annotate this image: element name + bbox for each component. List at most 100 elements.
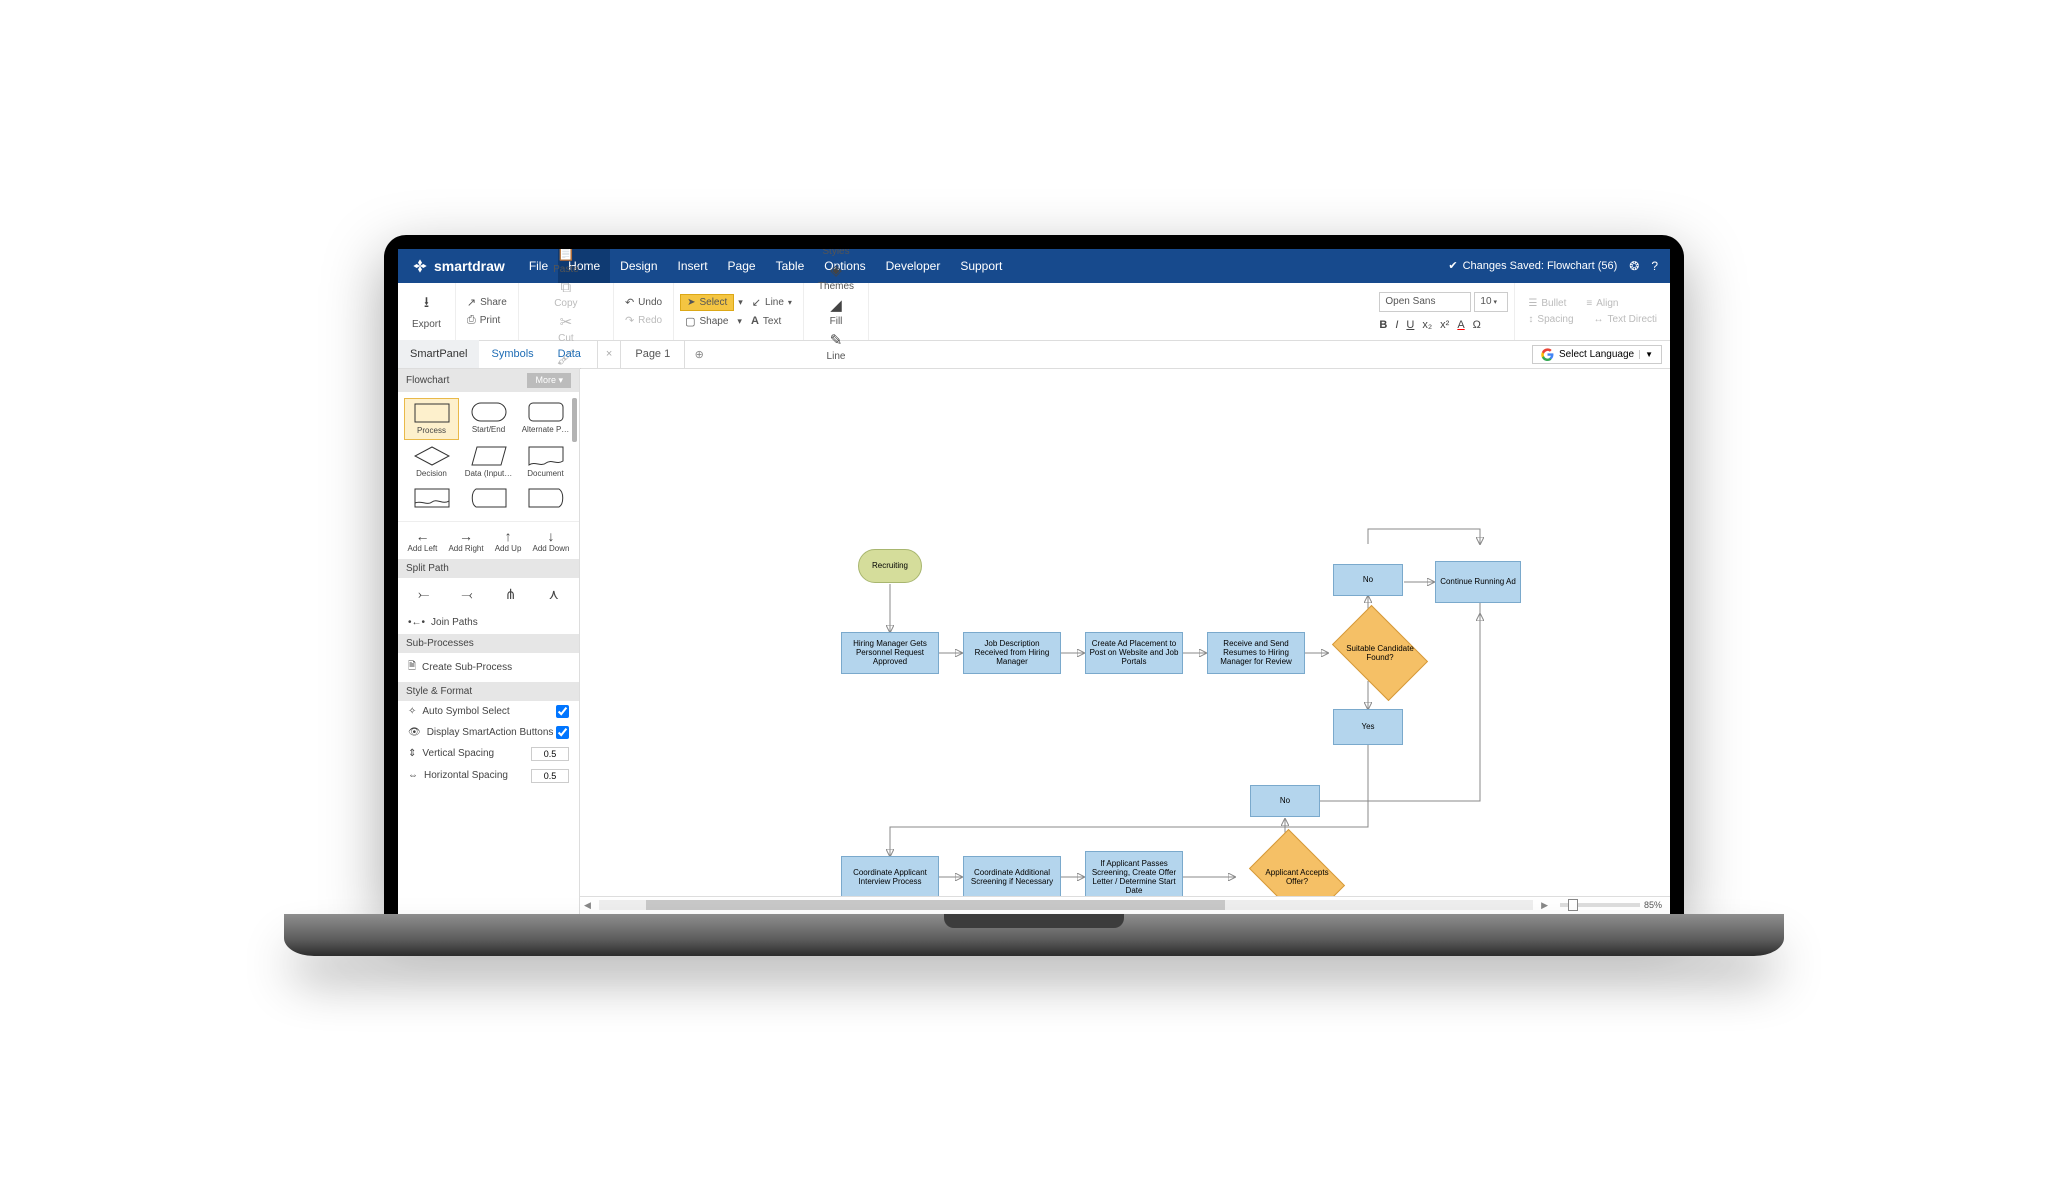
paste-icon: 📋 (557, 249, 576, 262)
menu-developer[interactable]: Developer (876, 249, 951, 283)
tab-symbols[interactable]: Symbols (479, 340, 545, 368)
select-button[interactable]: ➤Select (680, 294, 734, 311)
split-option-4[interactable]: ⋏ (549, 586, 559, 603)
shape-extra3[interactable] (518, 484, 573, 515)
node-job-description[interactable]: Job Description Received from Hiring Man… (963, 632, 1061, 674)
styles-button[interactable]: ◧Styles (816, 249, 855, 259)
paste-button[interactable]: 📋Paste (547, 249, 585, 277)
shape-alternate[interactable]: Alternate P… (518, 398, 573, 440)
menu-design[interactable]: Design (610, 249, 667, 283)
auto-symbol-checkbox[interactable] (556, 705, 569, 718)
help-icon[interactable]: ? (1651, 259, 1658, 273)
line-style-button[interactable]: ✎Line (821, 329, 852, 364)
node-screening[interactable]: Coordinate Additional Screening if Neces… (963, 856, 1061, 896)
create-subprocess-button[interactable]: 🗎Create Sub-Process (398, 653, 579, 682)
notification-icon[interactable]: ❂ (1629, 259, 1639, 273)
check-icon: ✔ (1448, 259, 1457, 272)
bullet-button[interactable]: ☰Bullet (1523, 297, 1571, 310)
node-interview[interactable]: Coordinate Applicant Interview Process (841, 856, 939, 896)
menu-page[interactable]: Page (718, 249, 766, 283)
tab-row: SmartPanel Symbols Data × Page 1 ⊕ Selec… (398, 341, 1670, 369)
shape-data[interactable]: Data (Input… (461, 442, 516, 482)
canvas-tab-page1[interactable]: Page 1 (621, 340, 685, 368)
node-continue-ad[interactable]: Continue Running Ad (1435, 561, 1521, 603)
horizontal-scrollbar[interactable] (599, 900, 1533, 910)
font-name: Open Sans (1385, 296, 1435, 307)
join-paths-button[interactable]: •←•Join Paths (398, 611, 579, 634)
node-offer-letter[interactable]: If Applicant Passes Screening, Create Of… (1085, 851, 1183, 896)
menu-table[interactable]: Table (766, 249, 815, 283)
fill-label: Fill (830, 316, 843, 327)
node-no2[interactable]: No (1250, 785, 1320, 817)
add-down-button[interactable]: ↓Add Down (533, 528, 570, 553)
add-left-button[interactable]: ←Add Left (408, 528, 438, 553)
node-suitable-candidate[interactable]: Suitable Candidate Found? (1332, 604, 1428, 700)
redo-button[interactable]: ↷Redo (620, 313, 667, 328)
font-size-select[interactable]: 10 ▾ (1474, 292, 1508, 312)
node-hiring-request[interactable]: Hiring Manager Gets Personnel Request Ap… (841, 632, 939, 674)
menu-insert[interactable]: Insert (668, 249, 718, 283)
symbol-button[interactable]: Ω (1473, 319, 1481, 331)
add-up-button[interactable]: ↑Add Up (495, 528, 522, 553)
node-no1[interactable]: No (1333, 564, 1403, 596)
shape-scrollbar[interactable] (572, 398, 577, 442)
bold-button[interactable]: B (1379, 319, 1387, 331)
shape-tool-button[interactable]: ▢Shape (680, 314, 733, 329)
shape-decision[interactable]: Decision (404, 442, 459, 482)
export-button[interactable]: ⭳Export (406, 290, 447, 332)
line-tool-button[interactable]: ↙Line▾ (747, 295, 797, 310)
font-color-button[interactable]: A (1457, 319, 1464, 331)
superscript-button[interactable]: x² (1440, 319, 1449, 331)
zoom-slider[interactable] (1560, 903, 1640, 907)
underline-button[interactable]: U (1406, 319, 1414, 331)
shape-process[interactable]: Process (404, 398, 459, 440)
shape-extra1[interactable] (404, 484, 459, 515)
shape-document[interactable]: Document (518, 442, 573, 482)
more-shapes-button[interactable]: More ▾ (527, 373, 571, 388)
document-icon: 🗎 (408, 659, 416, 676)
hspacing-input[interactable] (531, 769, 569, 783)
text-direction-button[interactable]: ↔Text Directi (1589, 313, 1662, 326)
themes-button[interactable]: ◈Themes (812, 259, 860, 294)
split-option-2[interactable]: ⤙ (461, 586, 472, 603)
italic-button[interactable]: I (1395, 319, 1398, 331)
node-accepts-offer[interactable]: Applicant Accepts Offer? (1249, 828, 1345, 895)
share-button[interactable]: ↗Share (462, 295, 512, 310)
add-tab-button[interactable]: ⊕ (685, 348, 713, 361)
scroll-left-button[interactable]: ◀ (580, 900, 595, 911)
split-option-3[interactable]: ⋔ (505, 586, 517, 603)
node-ad-placement[interactable]: Create Ad Placement to Post on Website a… (1085, 632, 1183, 674)
node-yes1[interactable]: Yes (1333, 709, 1403, 745)
scroll-right-button[interactable]: ▶ (1537, 900, 1552, 911)
tab-data[interactable]: Data (546, 340, 593, 368)
subscript-button[interactable]: x₂ (1422, 319, 1432, 331)
font-select[interactable]: Open Sans (1379, 292, 1471, 312)
bullet-icon: ☰ (1528, 298, 1537, 309)
language-select[interactable]: Select Language ▼ (1532, 345, 1662, 364)
node-send-resumes[interactable]: Receive and Send Resumes to Hiring Manag… (1207, 632, 1305, 674)
shape-startend[interactable]: Start/End (461, 398, 516, 440)
node-recruiting[interactable]: Recruiting (858, 549, 922, 583)
fill-button[interactable]: ◢Fill (824, 294, 849, 329)
text-tool-button[interactable]: AText (746, 314, 786, 328)
tab-close[interactable]: × (598, 340, 621, 368)
node-d1-text: Suitable Candidate Found? (1344, 644, 1416, 662)
display-sa-checkbox[interactable] (556, 726, 569, 739)
menu-support[interactable]: Support (950, 249, 1012, 283)
arrow-right-icon: → (448, 528, 483, 544)
print-button[interactable]: ⎙Print (462, 313, 512, 328)
add-right-button[interactable]: →Add Right (448, 528, 483, 553)
copy-button[interactable]: ⧉Copy (548, 277, 583, 311)
split-option-1[interactable]: ⤚ (418, 586, 429, 603)
spacing-button[interactable]: ↕Spacing (1523, 313, 1578, 326)
canvas[interactable]: Recruiting Hiring Manager Gets Personnel… (580, 369, 1670, 896)
vspacing-input[interactable] (531, 747, 569, 761)
arrow-up-icon: ↑ (495, 528, 522, 544)
shape-dropdown-icon[interactable]: ▾ (737, 316, 742, 327)
export-label: Export (412, 319, 441, 330)
undo-button[interactable]: ↶Undo (620, 295, 667, 310)
align-button[interactable]: ≡Align (1581, 297, 1623, 310)
tab-smartpanel[interactable]: SmartPanel (398, 340, 479, 368)
select-dropdown-icon[interactable]: ▾ (738, 297, 743, 308)
shape-extra2[interactable] (461, 484, 516, 515)
